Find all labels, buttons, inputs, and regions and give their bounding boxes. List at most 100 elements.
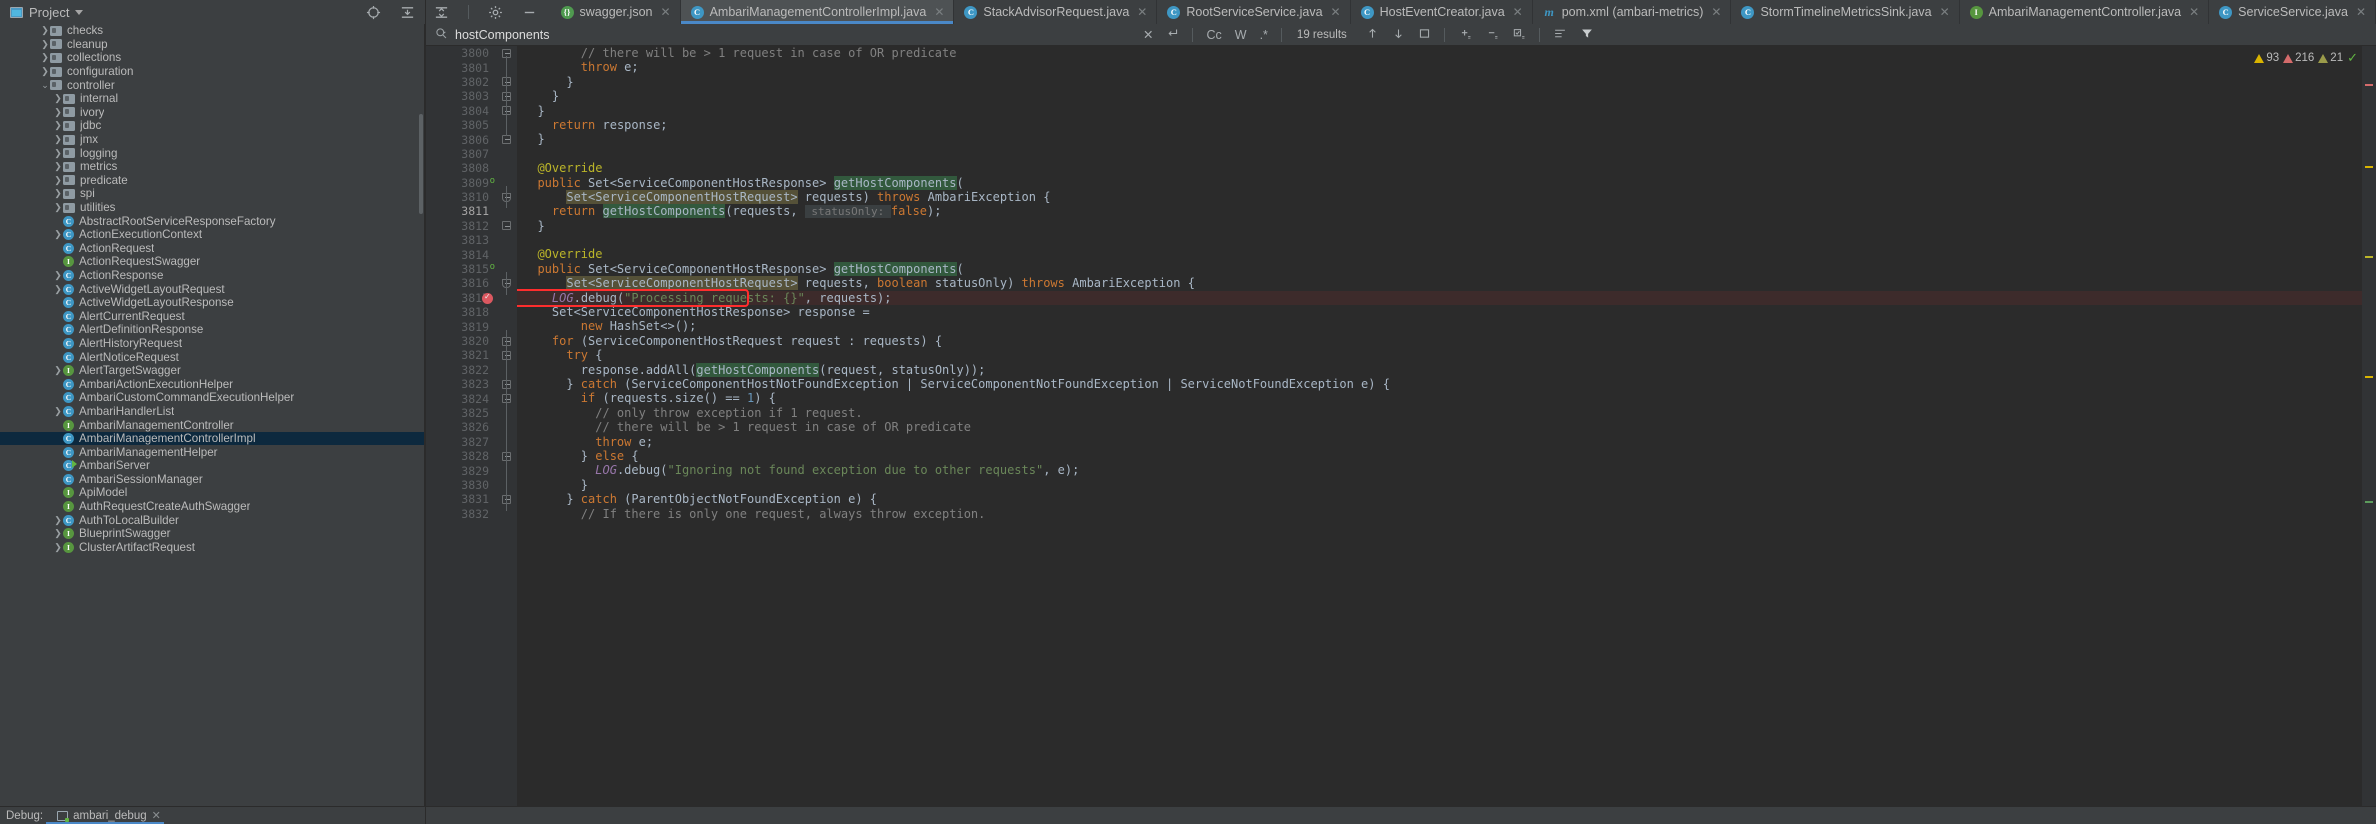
code-line[interactable]: } — [517, 104, 2362, 118]
chevron-right-icon[interactable]: ❯ — [53, 365, 63, 376]
code-line[interactable] — [517, 147, 2362, 161]
tree-item[interactable]: ❯ C AmbariHandlerList — [0, 405, 424, 419]
tree-item[interactable]: ❯ predicate — [0, 174, 424, 188]
search-icon[interactable] — [435, 27, 448, 43]
collapse-all-icon[interactable] — [434, 5, 449, 20]
arrow-down-icon[interactable] — [1392, 27, 1405, 43]
editor-tab[interactable]: C ServiceService.java ✕ — [2209, 0, 2376, 24]
in-selection-icon[interactable] — [1553, 27, 1567, 43]
chevron-right-icon[interactable]: ❯ — [53, 406, 63, 417]
errors-count[interactable]: 21 — [2318, 52, 2343, 64]
debug-session-tab[interactable]: ambari_debug ✕ — [53, 809, 165, 822]
line-number[interactable]: 3823 — [425, 377, 497, 391]
line-number[interactable]: 3818 — [425, 305, 497, 319]
tree-item[interactable]: ›CAmbariManagementHelper — [0, 445, 424, 459]
tree-item[interactable]: ❯ jdbc — [0, 119, 424, 133]
line-number[interactable]: 3821 — [425, 348, 497, 362]
tree-item[interactable]: ›CAlertDefinitionResponse — [0, 323, 424, 337]
error-marker[interactable] — [2365, 84, 2373, 86]
tree-item[interactable]: ›IAmbariManagementController — [0, 418, 424, 432]
tree-item[interactable]: ❯ utilities — [0, 201, 424, 215]
tree-item[interactable]: ❯ internal — [0, 92, 424, 106]
chevron-right-icon[interactable]: ❯ — [53, 93, 63, 104]
line-number[interactable]: 3801 — [425, 60, 497, 75]
override-method-icon[interactable]: o — [490, 262, 495, 272]
line-number[interactable]: 3814 — [425, 247, 497, 262]
settings-gear-icon[interactable] — [488, 5, 503, 20]
code-line[interactable]: try { — [517, 348, 2362, 362]
line-number[interactable]: 3815 — [425, 262, 497, 276]
tree-item[interactable]: ❯ ivory — [0, 106, 424, 120]
fold-gutter[interactable] — [497, 46, 517, 806]
editor-tab[interactable]: C AmbariManagementControllerImpl.java ✕ — [680, 0, 955, 24]
chevron-right-icon[interactable]: ❯ — [40, 66, 50, 77]
warning-marker[interactable] — [2365, 376, 2373, 378]
tree-item[interactable]: ›CActionRequest — [0, 242, 424, 256]
tree-item[interactable]: ❯ C ActionExecutionContext — [0, 228, 424, 242]
select-occurrences-icon[interactable] — [1512, 27, 1526, 43]
code-line[interactable]: LOG.debug("Ignoring not found exception … — [517, 463, 2362, 477]
code-line[interactable]: } else { — [517, 449, 2362, 463]
line-number[interactable]: 3805 — [425, 118, 497, 132]
line-number[interactable]: 3822 — [425, 363, 497, 377]
close-icon[interactable]: ✕ — [1143, 27, 1153, 42]
tree-item[interactable]: ›IAuthRequestCreateAuthSwagger — [0, 500, 424, 514]
inspection-widget[interactable]: 93 216 21 ✓ — [2254, 50, 2358, 66]
code-line[interactable]: // there will be > 1 request in case of … — [517, 46, 2362, 60]
warning-marker[interactable] — [2365, 166, 2373, 168]
code-line[interactable]: } — [517, 132, 2362, 146]
code-line[interactable]: return response; — [517, 118, 2362, 132]
return-icon[interactable] — [1166, 27, 1179, 43]
tree-item[interactable]: ❯ cleanup — [0, 38, 424, 52]
code-line[interactable]: } — [517, 478, 2362, 492]
chevron-right-icon[interactable]: ❯ — [40, 25, 50, 36]
line-number[interactable]: 3827 — [425, 435, 497, 449]
tree-item[interactable]: ›CAlertCurrentRequest — [0, 309, 424, 323]
tree-item[interactable]: ❯ C ActiveWidgetLayoutRequest — [0, 282, 424, 296]
close-icon[interactable]: ✕ — [1711, 5, 1721, 19]
code-line[interactable]: Set<ServiceComponentHostRequest> request… — [517, 276, 2362, 291]
close-icon[interactable]: ✕ — [1513, 5, 1523, 19]
line-number[interactable]: 3813 — [425, 233, 497, 247]
tree-item[interactable]: ❯ collections — [0, 51, 424, 65]
close-icon[interactable]: ✕ — [2189, 5, 2199, 19]
close-icon[interactable]: ✕ — [1137, 5, 1147, 19]
override-method-icon[interactable]: o — [490, 176, 495, 186]
chevron-right-icon[interactable]: ❯ — [53, 188, 63, 199]
line-number[interactable]: 3820 — [425, 334, 497, 348]
select-all-icon[interactable] — [1418, 27, 1431, 43]
chevron-right-icon[interactable]: ❯ — [53, 229, 63, 240]
code-line[interactable]: throw e; — [517, 435, 2362, 449]
line-number[interactable]: 3802 — [425, 75, 497, 89]
line-number[interactable]: 3803 — [425, 89, 497, 103]
code-line[interactable]: return getHostComponents(requests, statu… — [517, 204, 2362, 219]
chevron-right-icon[interactable]: ❯ — [53, 542, 63, 553]
tree-item[interactable]: ›CAbstractRootServiceResponseFactory — [0, 214, 424, 228]
code-line[interactable]: if (requests.size() == 1) { — [517, 391, 2362, 405]
chevron-right-icon[interactable]: ❯ — [53, 161, 63, 172]
code-line[interactable]: LOG.debug("Processing requests: {}", req… — [517, 290, 2362, 306]
line-number[interactable]: 3819 — [425, 319, 497, 334]
editor-tab[interactable]: I AmbariManagementController.java ✕ — [1959, 0, 2210, 24]
tree-item[interactable]: ❯ metrics — [0, 160, 424, 174]
code-line[interactable]: // only throw exception if 1 request. — [517, 406, 2362, 420]
tree-item[interactable]: ›CAmbariActionExecutionHelper — [0, 377, 424, 391]
line-number[interactable]: 3800 — [425, 46, 497, 60]
regex-button[interactable]: .* — [1260, 28, 1268, 42]
tree-item[interactable]: ❯ checks — [0, 24, 424, 38]
line-number[interactable]: 3809 — [425, 176, 497, 190]
code-line[interactable]: // there will be > 1 request in case of … — [517, 420, 2362, 434]
tree-item[interactable]: ›CAmbariServer — [0, 459, 424, 473]
match-case-button[interactable]: Cc — [1206, 28, 1221, 42]
close-icon[interactable]: ✕ — [934, 5, 944, 19]
tree-item[interactable]: ❯ I AlertTargetSwagger — [0, 364, 424, 378]
line-number[interactable]: 3826 — [425, 420, 497, 434]
code-line[interactable]: } — [517, 89, 2362, 103]
line-number[interactable]: 3829 — [425, 463, 497, 478]
line-number[interactable]: 3831 — [425, 492, 497, 506]
checkmark-icon[interactable]: ✓ — [2347, 50, 2358, 66]
code-line[interactable]: Set<ServiceComponentHostResponse> respon… — [517, 305, 2362, 319]
close-icon[interactable]: ✕ — [2356, 5, 2366, 19]
code-line[interactable]: response.addAll(getHostComponents(reques… — [517, 362, 2362, 377]
tree-item[interactable]: ❯ logging — [0, 146, 424, 160]
